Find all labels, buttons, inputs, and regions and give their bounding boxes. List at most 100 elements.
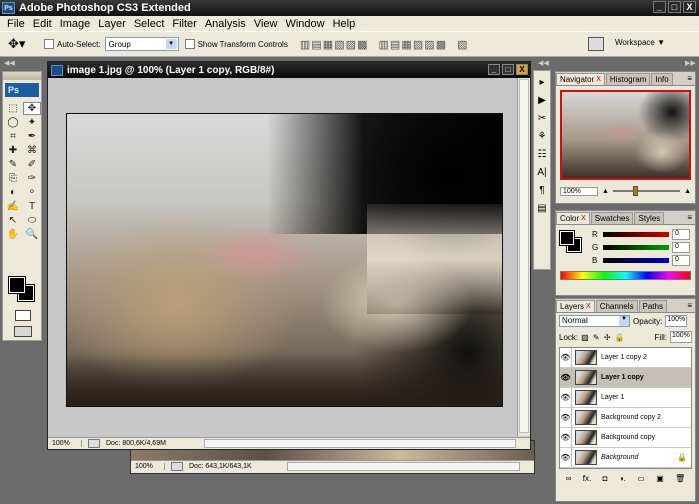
- quick-mask-icon[interactable]: [15, 310, 31, 321]
- fill-input[interactable]: 100%: [670, 331, 692, 343]
- bridge-icon[interactable]: [588, 37, 604, 51]
- tab-styles[interactable]: Styles: [634, 212, 665, 224]
- new-group-icon[interactable]: ▭: [637, 474, 645, 483]
- brush-tool-icon[interactable]: ⌘: [23, 144, 41, 157]
- layer-comps-icon[interactable]: ☷: [535, 147, 549, 161]
- zoom-in-icon[interactable]: ▲: [684, 188, 691, 195]
- menu-view[interactable]: View: [250, 18, 282, 30]
- auto-select-dropdown[interactable]: Group ▼: [104, 37, 179, 51]
- vertical-scrollbar[interactable]: [517, 78, 530, 436]
- tool-presets-icon[interactable]: ✂: [535, 111, 549, 125]
- blur-tool-icon[interactable]: ◐: [4, 186, 22, 199]
- panel-menu-icon[interactable]: ≡: [687, 213, 692, 222]
- trash-icon[interactable]: 🗑: [675, 474, 685, 483]
- status-menu-icon[interactable]: [88, 439, 100, 448]
- doc-close-button[interactable]: X: [516, 64, 528, 75]
- minimize-button[interactable]: _: [653, 1, 666, 13]
- distribute-buttons[interactable]: ▥ ▤ ▦ ▧ ▨ ▩: [378, 38, 446, 51]
- status-menu-icon[interactable]: [171, 462, 183, 471]
- menu-filter[interactable]: Filter: [168, 18, 200, 30]
- tab-channels[interactable]: Channels: [595, 300, 638, 312]
- scroll-thumb[interactable]: [519, 79, 529, 433]
- blue-slider[interactable]: [603, 258, 669, 263]
- tab-navigator[interactable]: Navigator X: [556, 73, 605, 85]
- notes-icon[interactable]: ▤: [535, 201, 549, 215]
- adjustment-layer-icon[interactable]: ◑.: [619, 474, 626, 483]
- tab-info[interactable]: Info: [651, 73, 673, 85]
- layer-row[interactable]: 👁 Background copy: [560, 427, 691, 448]
- menu-edit[interactable]: Edit: [29, 18, 56, 30]
- tab-paths[interactable]: Paths: [638, 300, 667, 312]
- horizontal-scrollbar[interactable]: [287, 462, 520, 471]
- blue-value[interactable]: 0: [672, 255, 690, 266]
- layer-row[interactable]: 👁 Layer 1 copy 2: [560, 347, 691, 368]
- marquee-tool-icon[interactable]: ⬚: [4, 102, 22, 115]
- show-transform-checkbox[interactable]: [184, 39, 195, 49]
- zoom-level[interactable]: 100%: [135, 463, 165, 470]
- history-brush-tool-icon[interactable]: ✐: [23, 158, 41, 171]
- green-slider[interactable]: [603, 245, 669, 250]
- layer-row-selected[interactable]: 👁 Layer 1 copy: [560, 367, 691, 388]
- expand-panels-icon[interactable]: ▶▶: [685, 59, 696, 67]
- layer-style-icon[interactable]: fx.: [583, 474, 591, 483]
- tab-color[interactable]: Color X: [556, 212, 590, 224]
- layer-row[interactable]: 👁 Layer 1: [560, 387, 691, 408]
- auto-align-button[interactable]: ▧: [457, 38, 467, 51]
- workspace-menu[interactable]: Workspace ▼: [615, 38, 665, 47]
- menu-window[interactable]: Window: [281, 18, 328, 30]
- healing-brush-tool-icon[interactable]: ✚: [4, 144, 22, 157]
- menu-help[interactable]: Help: [329, 18, 360, 30]
- menu-analysis[interactable]: Analysis: [201, 18, 250, 30]
- lasso-tool-icon[interactable]: ◯: [4, 116, 22, 129]
- eraser-tool-icon[interactable]: ⎘: [4, 172, 22, 185]
- visibility-eye-icon[interactable]: 👁: [560, 407, 572, 428]
- menu-image[interactable]: Image: [56, 18, 95, 30]
- collapse-icons-icon[interactable]: ◀◀: [538, 59, 549, 67]
- crop-tool-icon[interactable]: ⌗: [4, 130, 22, 143]
- zoom-slider-knob[interactable]: [633, 186, 639, 196]
- close-icon[interactable]: X: [596, 76, 601, 83]
- actions-icon[interactable]: ▶: [535, 93, 549, 107]
- doc-maximize-button[interactable]: □: [502, 64, 514, 75]
- magic-wand-tool-icon[interactable]: ✦: [23, 116, 41, 129]
- canvas-area[interactable]: [48, 78, 518, 436]
- close-icon[interactable]: X: [581, 215, 586, 222]
- panel-menu-icon[interactable]: ≡: [687, 301, 692, 310]
- blend-mode-select[interactable]: Normal ▼: [559, 315, 630, 327]
- visibility-eye-icon[interactable]: 👁: [560, 427, 572, 448]
- color-spectrum[interactable]: [560, 271, 691, 280]
- visibility-eye-icon[interactable]: 👁: [560, 367, 572, 388]
- doc-minimize-button[interactable]: _: [488, 64, 500, 75]
- color-foreground-swatch[interactable]: [559, 230, 575, 246]
- tools-panel-header[interactable]: [3, 72, 41, 80]
- red-value[interactable]: 0: [672, 229, 690, 240]
- red-slider[interactable]: [603, 232, 669, 237]
- clone-source-icon[interactable]: ⚘: [535, 129, 549, 143]
- path-selection-tool-icon[interactable]: ↖: [4, 214, 22, 227]
- align-buttons[interactable]: ▥ ▤ ▦ ▧ ▨ ▩: [300, 38, 368, 51]
- navigator-thumbnail[interactable]: [560, 90, 691, 180]
- visibility-eye-icon[interactable]: 👁: [560, 447, 572, 468]
- menu-file[interactable]: File: [3, 18, 29, 30]
- clone-stamp-tool-icon[interactable]: ✎: [4, 158, 22, 171]
- tab-histogram[interactable]: Histogram: [605, 73, 651, 85]
- add-mask-icon[interactable]: ◘: [603, 474, 608, 483]
- link-layers-icon[interactable]: ∞: [566, 474, 572, 483]
- layer-row[interactable]: 👁 Background 🔒: [560, 447, 691, 468]
- shape-tool-icon[interactable]: ⬭: [23, 214, 41, 227]
- brushes-icon[interactable]: ▸: [535, 75, 549, 89]
- zoom-tool-icon[interactable]: 🔍: [23, 228, 41, 241]
- auto-select-checkbox[interactable]: [44, 39, 54, 49]
- document-titlebar[interactable]: image 1.jpg @ 100% (Layer 1 copy, RGB/8#…: [48, 62, 530, 78]
- move-tool-icon[interactable]: ✥: [23, 102, 41, 115]
- hand-tool-icon[interactable]: ✋: [4, 228, 22, 241]
- layer-row[interactable]: 👁 Background copy 2: [560, 407, 691, 428]
- menu-layer[interactable]: Layer: [94, 18, 130, 30]
- zoom-out-icon[interactable]: ▲: [602, 188, 609, 195]
- restore-button[interactable]: □: [668, 1, 681, 13]
- tab-layers[interactable]: Layers X: [556, 300, 595, 312]
- pen-tool-icon[interactable]: ✍: [4, 200, 22, 213]
- visibility-eye-icon[interactable]: 👁: [560, 387, 572, 408]
- panel-menu-icon[interactable]: ≡: [687, 74, 692, 83]
- close-icon[interactable]: X: [586, 303, 591, 310]
